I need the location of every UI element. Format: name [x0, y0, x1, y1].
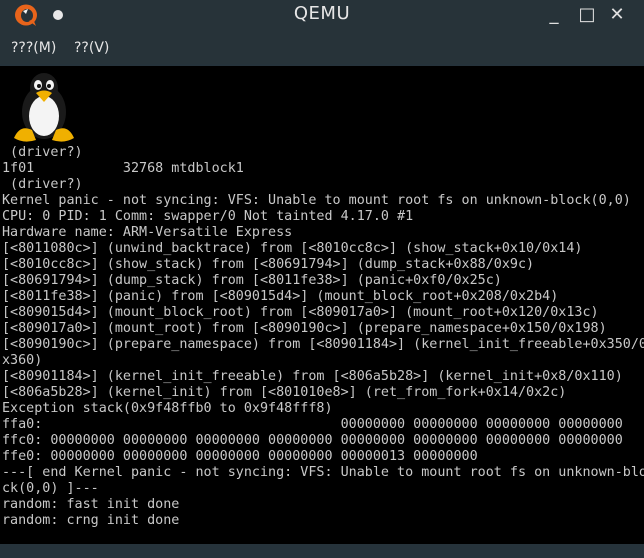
console-line: ffe0: 00000000 00000000 00000000 0000000…: [2, 449, 478, 464]
console-line: [<8011fe38>] (panic) from [<809015d4>] (…: [2, 289, 559, 304]
console-line: [<80901184>] (kernel_init_freeable) from…: [2, 369, 623, 384]
console-line: [<80691794>] (dump_stack) from [<8011fe3…: [2, 273, 502, 288]
title-bar: QEMU _ □ ✕: [0, 0, 644, 30]
console-line: [<8010cc8c>] (show_stack) from [<8069179…: [2, 257, 535, 272]
console-line: [<806a5b28>] (kernel_init) from [<801010…: [2, 385, 567, 400]
console-line: Hardware name: ARM-Versatile Express: [2, 225, 293, 240]
console-line: [<809017a0>] (mount_root) from [<8090190…: [2, 321, 607, 336]
console-line: ck(0,0) ]---: [2, 481, 99, 496]
console-line: ffa0: 00000000 00000000 00000000 0000000…: [2, 417, 623, 432]
console-line: 1f01 32768 mtdblock1: [2, 161, 244, 176]
maximize-button[interactable]: □: [575, 3, 599, 27]
console-line: [<809015d4>] (mount_block_root) from [<8…: [2, 305, 599, 320]
window-bottom-edge: [0, 544, 644, 558]
console-line: random: crng init done: [2, 513, 180, 528]
console-line: (driver?): [2, 145, 83, 160]
console-line: Kernel panic - not syncing: VFS: Unable …: [2, 193, 631, 208]
menu-bar: ???(M) ??(V): [0, 30, 644, 64]
console-line: (driver?): [2, 177, 83, 192]
console-line: random: fast init done: [2, 497, 180, 512]
kernel-console-output: (driver?) 1f01 32768 mtdblock1 (driver?)…: [2, 145, 644, 529]
console-line: [<8011080c>] (unwind_backtrace) from [<8…: [2, 241, 583, 256]
menu-machine[interactable]: ???(M): [11, 39, 56, 57]
console-line: Exception stack(0x9f48ffb0 to 0x9f48fff8…: [2, 401, 333, 416]
console-line: CPU: 0 PID: 1 Comm: swapper/0 Not tainte…: [2, 209, 414, 224]
console-line: [<8090190c>] (prepare_namespace) from [<…: [2, 337, 644, 352]
menu-view[interactable]: ??(V): [74, 39, 109, 57]
console-line: x360): [2, 353, 43, 368]
tux-penguin-icon: [14, 73, 74, 142]
console-line: ffc0: 00000000 00000000 00000000 0000000…: [2, 433, 623, 448]
vm-display[interactable]: (driver?) 1f01 32768 mtdblock1 (driver?)…: [0, 66, 644, 544]
close-button[interactable]: ✕: [605, 3, 629, 27]
minimize-button[interactable]: _: [542, 3, 566, 27]
console-line: ---[ end Kernel panic - not syncing: VFS…: [2, 465, 644, 480]
